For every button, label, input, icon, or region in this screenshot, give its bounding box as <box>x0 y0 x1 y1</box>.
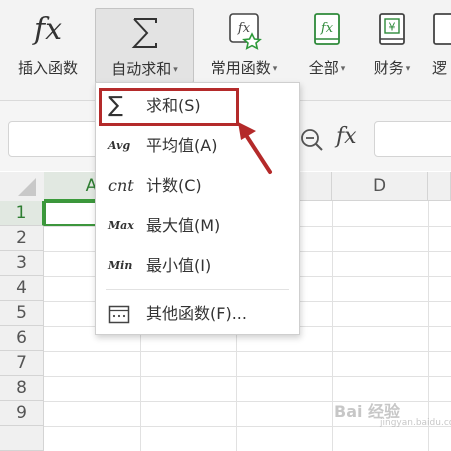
chevron-down-icon: ▾ <box>173 65 178 75</box>
chevron-down-icon: ▾ <box>272 64 278 74</box>
row-header-3[interactable]: 3 <box>0 251 44 276</box>
annotation-arrow-icon <box>238 122 272 174</box>
finance-functions-label: 财务 <box>373 59 404 77</box>
function-list-icon <box>108 295 130 333</box>
insert-function-button[interactable]: fx 插入函数 <box>6 6 90 82</box>
autosum-button[interactable]: 自动求和 ▾ <box>95 8 194 83</box>
column-header-d[interactable]: D <box>332 172 428 201</box>
chevron-down-icon: ▾ <box>340 64 346 74</box>
menu-item-label: 最大值(M) <box>146 216 221 235</box>
sigma-icon <box>96 13 193 53</box>
logic-functions-label: 逻 <box>432 59 448 77</box>
formula-fx-icon[interactable]: fx <box>336 124 357 149</box>
logic-functions-button[interactable]: 逻 <box>426 6 451 82</box>
menu-separator <box>106 289 289 290</box>
watermark-url: jingyan.baidu.com <box>380 418 451 428</box>
row-header-5[interactable]: 5 <box>0 301 44 326</box>
svg-text:fx: fx <box>320 21 334 36</box>
menu-item-label: 平均值(A) <box>146 136 218 155</box>
row-header-2[interactable]: 2 <box>0 226 44 251</box>
svg-text:¥: ¥ <box>389 21 396 34</box>
finance-functions-button[interactable]: ¥ 财务 ▾ <box>362 6 422 82</box>
menu-item-other-functions[interactable]: 其他函数(F)... <box>96 295 299 333</box>
fx-book-icon: fx <box>296 10 358 50</box>
row-header-9[interactable]: 9 <box>0 401 44 426</box>
min-icon: Min <box>108 259 133 272</box>
menu-item-label: 最小值(I) <box>146 256 212 275</box>
highlight-annotation <box>99 88 239 126</box>
common-functions-button[interactable]: fx 常用函数 ▾ <box>198 6 290 82</box>
menu-item-label: 其他函数(F)... <box>146 304 247 323</box>
row-header-7[interactable]: 7 <box>0 351 44 376</box>
all-functions-label: 全部 <box>308 59 339 77</box>
formula-input[interactable] <box>374 121 451 157</box>
menu-item-label: 计数(C) <box>146 176 202 195</box>
logic-icon <box>426 10 451 50</box>
max-icon: Max <box>108 219 134 232</box>
fx-icon: fx <box>33 12 63 47</box>
row-header-8[interactable]: 8 <box>0 376 44 401</box>
yen-book-icon: ¥ <box>362 10 422 50</box>
row-header-1[interactable]: 1 <box>0 201 44 226</box>
grid-line <box>44 351 451 352</box>
menu-item-min[interactable]: Min 最小值(I) <box>96 247 299 285</box>
zoom-icon[interactable] <box>299 127 325 157</box>
row-header-10[interactable] <box>0 426 44 451</box>
all-functions-button[interactable]: fx 全部 ▾ <box>296 6 358 82</box>
row-header-6[interactable]: 6 <box>0 326 44 351</box>
grid-line <box>44 376 451 377</box>
cnt-icon: cnt <box>108 176 134 195</box>
column-header-e[interactable] <box>428 172 451 201</box>
chevron-down-icon: ▾ <box>405 64 411 74</box>
row-header-4[interactable]: 4 <box>0 276 44 301</box>
avg-icon: Avg <box>108 139 131 152</box>
fx-star-icon: fx <box>198 10 290 50</box>
common-functions-label: 常用函数 <box>210 59 271 77</box>
svg-text:fx: fx <box>237 21 251 36</box>
autosum-label: 自动求和 <box>111 60 172 78</box>
insert-function-label: 插入函数 <box>17 59 78 77</box>
select-all-corner[interactable] <box>0 172 45 202</box>
menu-item-max[interactable]: Max 最大值(M) <box>96 207 299 245</box>
